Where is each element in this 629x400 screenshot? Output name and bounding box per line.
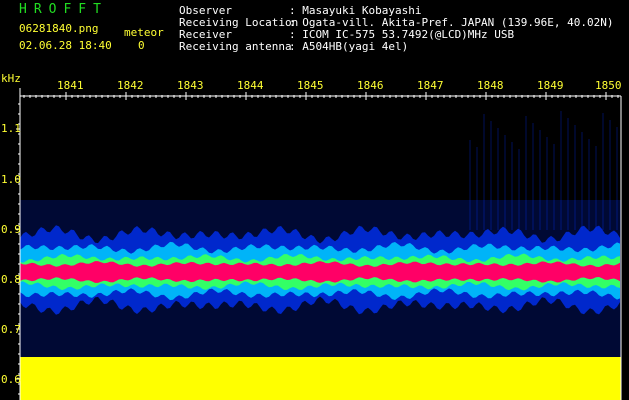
x-tick-label: 1849: [537, 79, 564, 92]
x-tick-label: 1846: [357, 79, 384, 92]
receiver-label: Receiver: [179, 28, 232, 41]
spectrogram-plot: [16, 88, 622, 400]
observer-label: Observer: [179, 4, 232, 17]
x-tick-label: 1845: [297, 79, 324, 92]
receiver-value: : ICOM IC-575 53.7492(@LCD)MHz USB: [289, 28, 515, 41]
signal-band-core: [20, 261, 620, 283]
app-logo: HROFFT: [19, 2, 108, 17]
observer-value: : Masayuki Kobayashi: [289, 4, 422, 17]
y-tick-label: 0.7: [1, 323, 21, 336]
y-unit-label: kHz: [1, 72, 21, 85]
x-tick-label: 1847: [417, 79, 444, 92]
x-tick-label: 1848: [477, 79, 504, 92]
x-tick-label: 1843: [177, 79, 204, 92]
y-tick-label: 0.9: [1, 223, 21, 236]
y-tick-label: 0.8: [1, 273, 21, 286]
x-tick-label: 1842: [117, 79, 144, 92]
x-tick-label: 1841: [57, 79, 84, 92]
x-tick-label: 1850: [595, 79, 622, 92]
y-tick-label: 0.6: [1, 373, 21, 386]
hrofft-screen: HROFFT 06281840.png 02.06.28 18:40 meteo…: [0, 0, 629, 400]
antenna-label: Receiving antenna: [179, 40, 292, 53]
y-tick-label: 1.0: [1, 173, 21, 186]
x-tick-label: 1844: [237, 79, 264, 92]
y-tick-label: 1.1: [1, 122, 21, 135]
location-value: : Ogata-vill. Akita-Pref. JAPAN (139.96E…: [289, 16, 614, 29]
yellow-floor: [20, 357, 621, 400]
filename: 06281840.png: [19, 22, 99, 35]
datetime: 02.06.28 18:40: [19, 39, 112, 52]
meteor-label: meteor: [124, 26, 164, 39]
location-label: Receiving Location: [179, 16, 299, 29]
antenna-value: : A504HB(yagi 4el): [289, 40, 409, 53]
meteor-count: 0: [138, 39, 145, 52]
